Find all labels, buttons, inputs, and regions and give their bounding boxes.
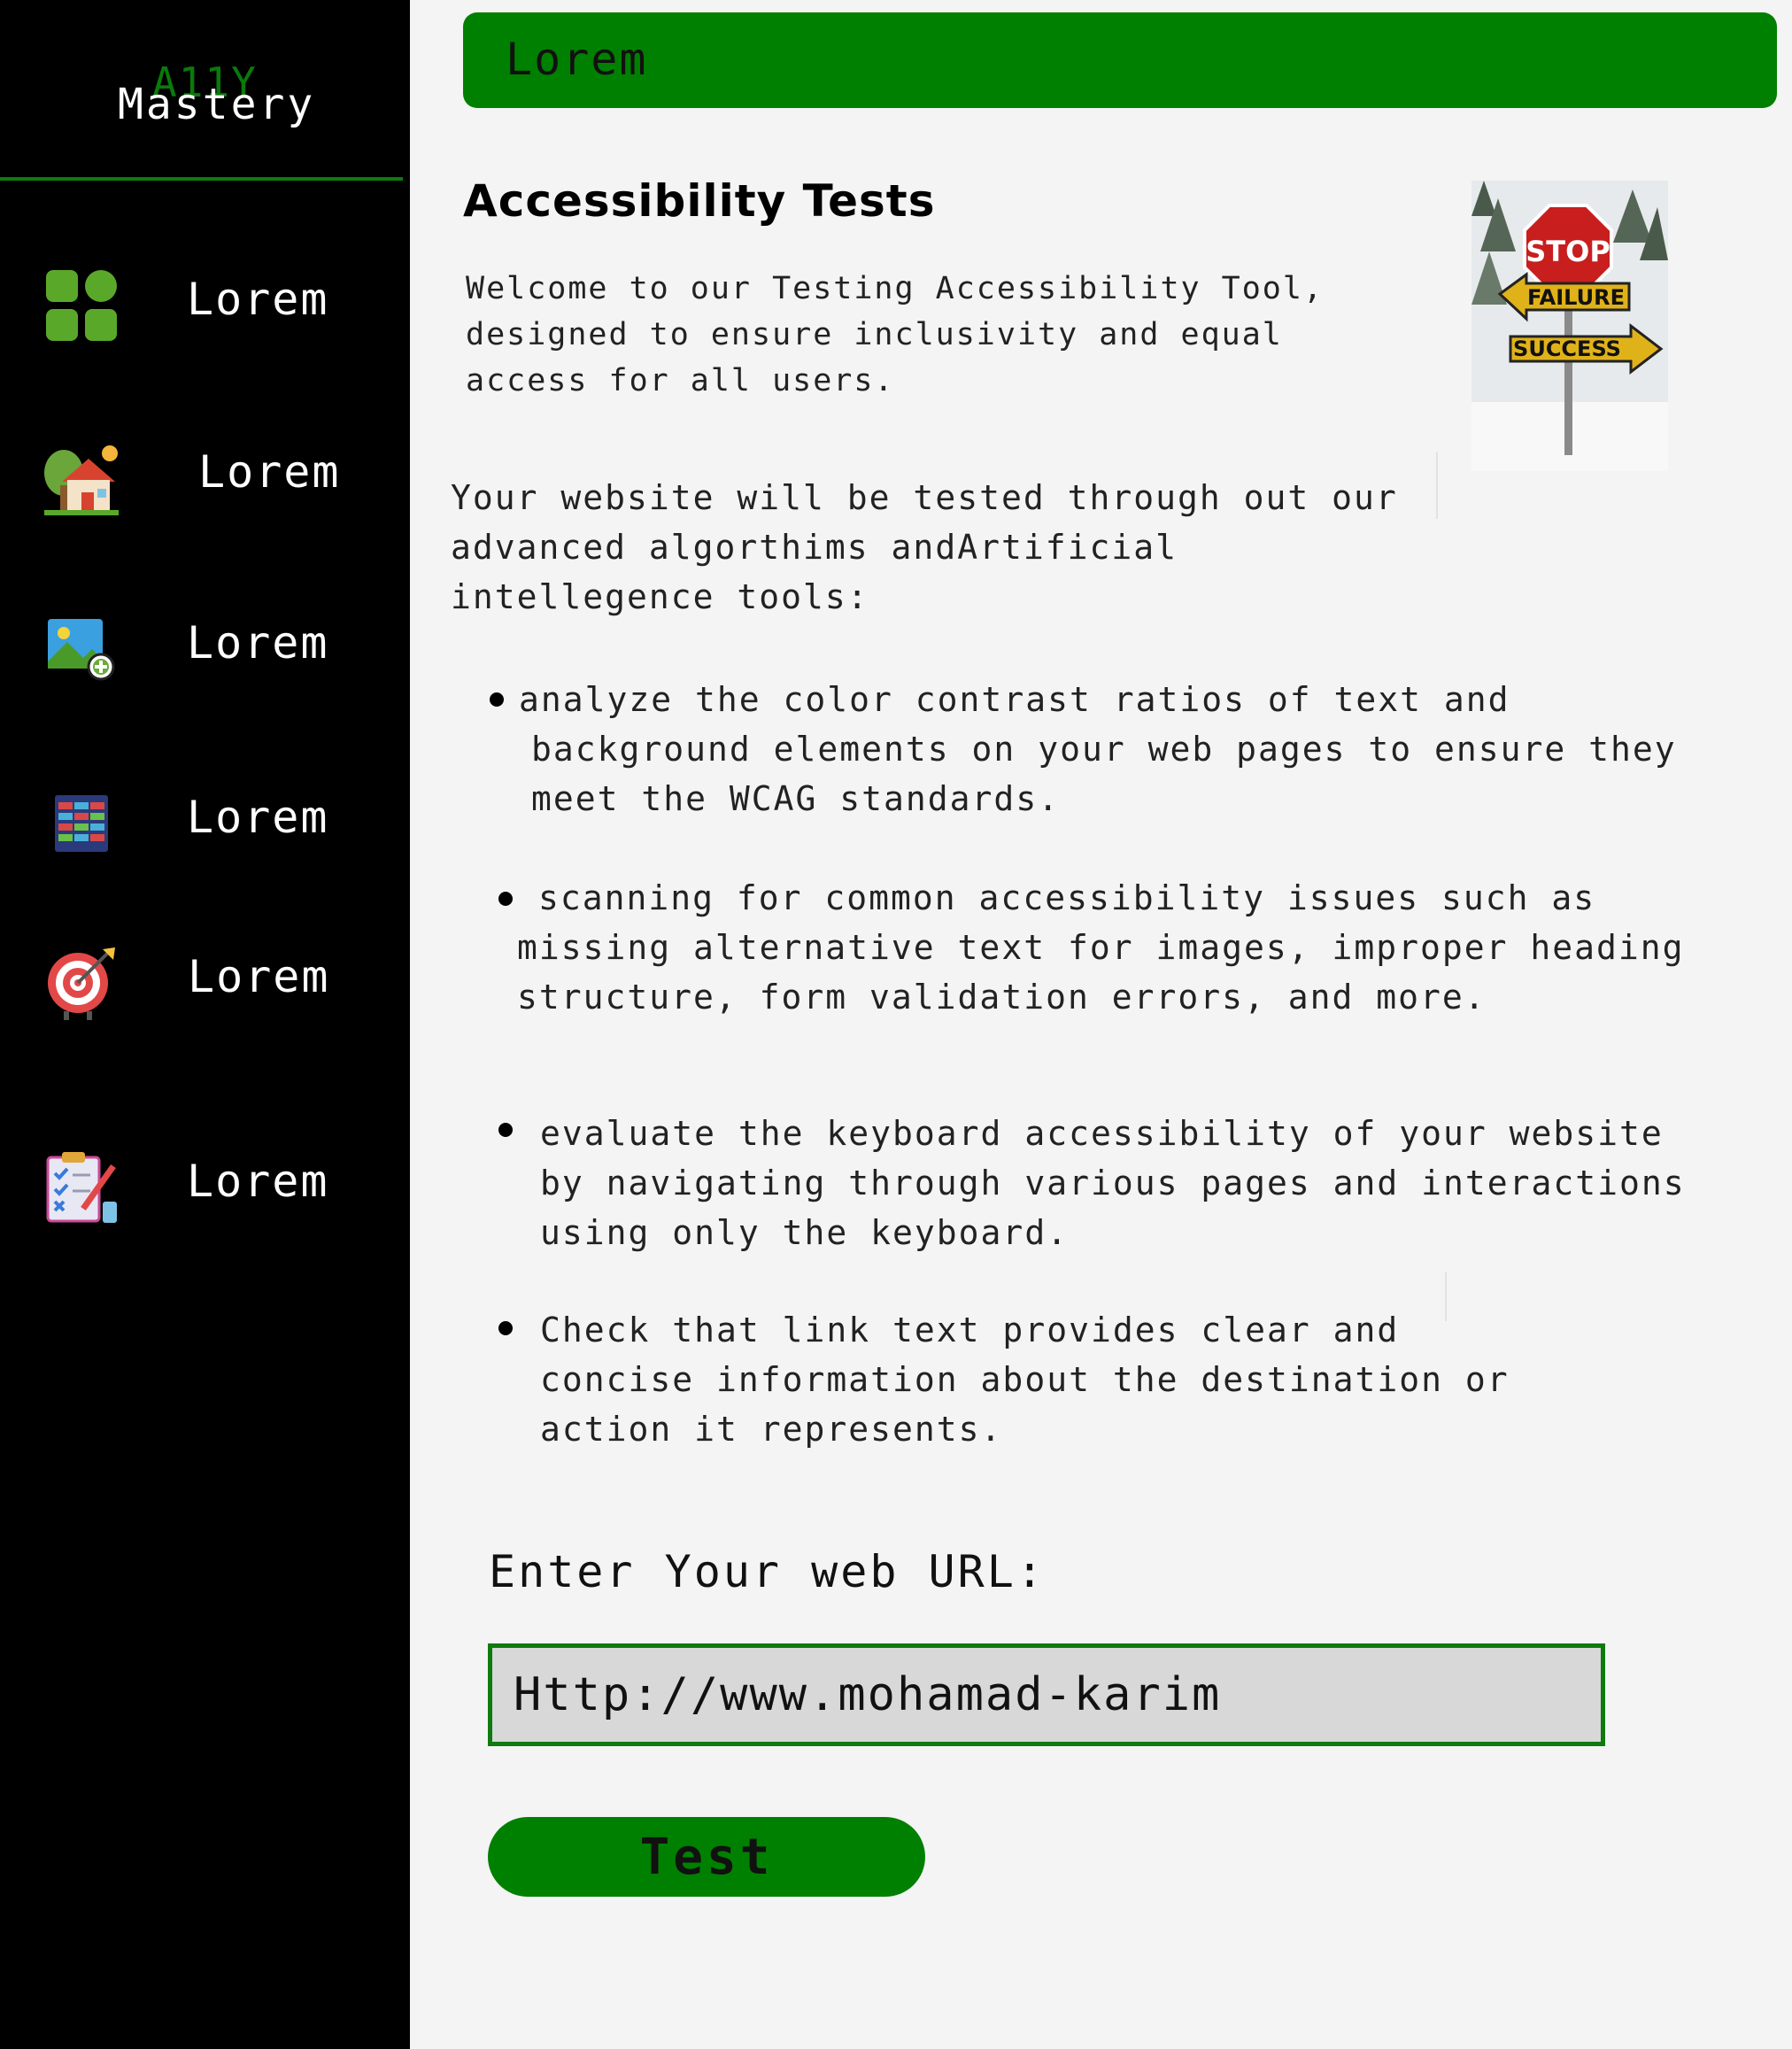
sidebar-item-table[interactable]: Lorem [0,770,410,868]
top-header-bar: Lorem [463,12,1777,108]
sidebar-item-goals[interactable]: Lorem [0,930,410,1027]
stop-text: STOP [1526,235,1610,268]
dashboard-grid-icon [46,270,117,341]
sidebar-item-label: Lorem [187,617,329,669]
target-icon [48,947,115,1020]
logo-mastery-text: Mastery [118,80,316,129]
spreadsheet-icon [55,795,108,852]
sidebar: A11Y Mastery Lorem Lorem Lorem Lorem Lor… [0,0,410,2049]
intro-paragraph: Your website will be tested through out … [451,478,1398,616]
bullet-dot [498,1321,513,1335]
sidebar-item-label: Lorem [198,446,341,498]
add-image-icon [48,619,115,681]
sidebar-item-dashboard[interactable]: Lorem [0,252,410,350]
logo[interactable]: A11Y Mastery [0,0,410,177]
stop-sign-image: STOP FAILURE SUCCESS [1471,181,1668,471]
sidebar-item-home[interactable]: Lorem [0,425,410,522]
bullet-dot [498,1123,513,1137]
sidebar-item-checklist[interactable]: Lorem [0,1134,410,1232]
test-button[interactable]: Test [488,1817,925,1897]
feature-bullet: analyze the color contrast ratios of tex… [519,680,1677,818]
welcome-paragraph: Welcome to our Testing Accessibility Too… [466,271,1325,398]
sidebar-item-label: Lorem [188,951,330,1002]
feature-bullet: Check that link text provides clear and … [540,1311,1510,1449]
sidebar-item-label: Lorem [187,1156,329,1207]
failure-text: FAILURE [1527,285,1625,310]
bullet-dot [490,692,504,707]
sidebar-item-label: Lorem [187,792,329,843]
sidebar-item-label: Lorem [187,274,329,325]
feature-bullet: scanning for common accessibility issues… [517,878,1685,1017]
logo-divider [0,177,403,181]
feature-bullet: evaluate the keyboard accessibility of y… [540,1114,1686,1252]
success-text: SUCCESS [1513,336,1621,361]
url-label: Enter Your web URL: [489,1546,1046,1597]
header-title: Lorem [506,34,648,85]
page-title: Accessibility Tests [463,175,936,227]
sidebar-item-images[interactable]: Lorem [0,596,410,693]
house-icon [44,445,119,515]
checklist-icon [46,1152,117,1223]
url-input[interactable] [488,1643,1605,1746]
bullet-dot [498,892,513,906]
